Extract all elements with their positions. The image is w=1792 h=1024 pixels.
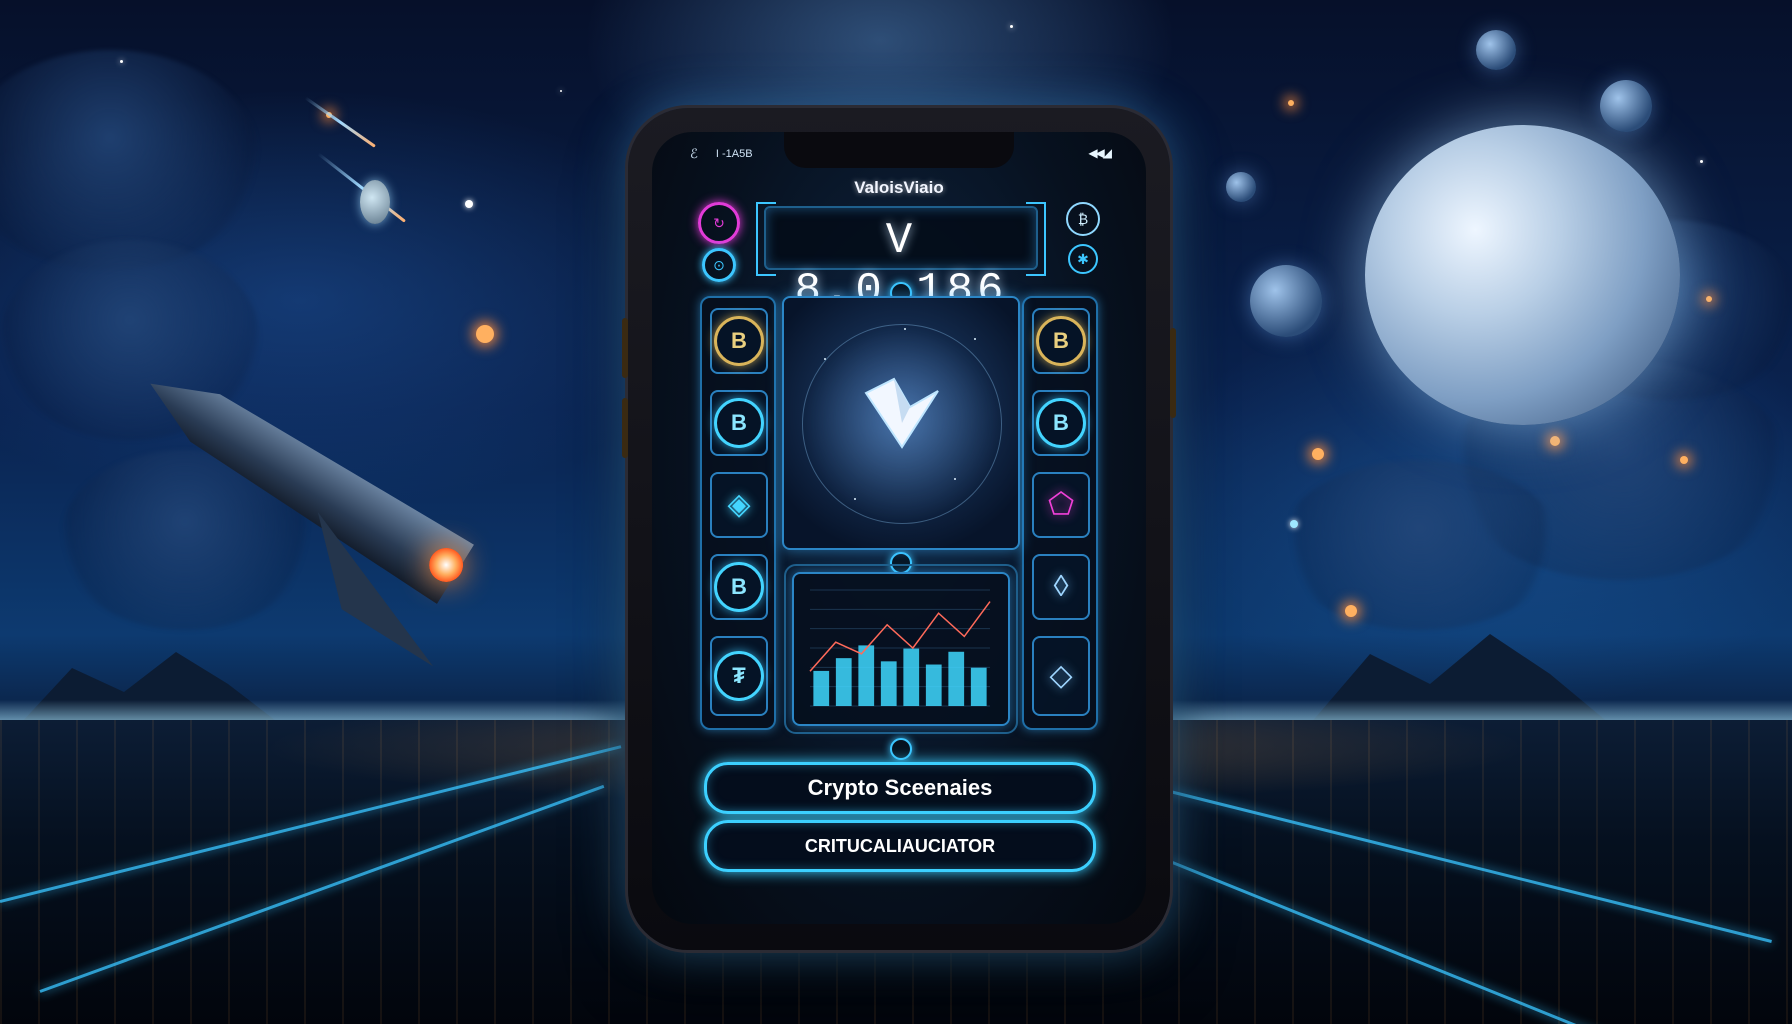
phone-side-button: [622, 318, 628, 378]
app-name: ValoisViaio: [854, 178, 944, 197]
chart-bar: [858, 645, 875, 706]
moon: [1250, 265, 1322, 337]
chart-svg: [809, 589, 991, 707]
ember: [1680, 456, 1688, 464]
chart-bar: [903, 648, 920, 706]
pentagon-crypto-icon: ⬠: [1047, 488, 1075, 521]
crypto-tile[interactable]: B: [710, 308, 768, 374]
value-display: V 8,0.186: [756, 202, 1046, 316]
refresh-icon[interactable]: ↻: [698, 202, 740, 244]
cloud: [1280, 460, 1560, 630]
bitcoin-coin-icon: B: [1036, 316, 1086, 366]
star: [824, 358, 826, 360]
moon: [1476, 30, 1516, 70]
star: [1700, 160, 1703, 163]
signal-battery-icon: ◀◀◢: [1088, 146, 1112, 160]
left-crypto-column: B B ◈ B ₮: [700, 296, 776, 730]
crypto-tile[interactable]: B: [710, 554, 768, 620]
settings-icon[interactable]: ⊙: [702, 248, 736, 282]
chart-bar: [813, 670, 830, 706]
moon: [1226, 172, 1256, 202]
tether-coin-icon: ₮: [714, 651, 764, 701]
app-logo-icon: [864, 377, 939, 449]
crystal-crypto-icon: ◇: [1049, 659, 1073, 692]
crypto-tile[interactable]: B: [1032, 308, 1090, 374]
logo-panel: [782, 296, 1020, 550]
moon: [1600, 80, 1652, 132]
star: [974, 338, 976, 340]
network-icon[interactable]: ✱: [1068, 244, 1098, 274]
floating-coin-icon: [360, 180, 390, 224]
chart-bar: [948, 651, 965, 706]
planet: [1365, 125, 1680, 425]
crypto-tile[interactable]: ◇: [1032, 636, 1090, 716]
phone-side-button: [1170, 328, 1176, 418]
ember: [1550, 436, 1560, 446]
chart-bar: [970, 667, 987, 706]
crypto-tile[interactable]: B: [710, 390, 768, 456]
chart-bar: [925, 664, 942, 706]
star: [854, 498, 856, 500]
chart-bar: [835, 658, 852, 706]
status-text: I -1A5B: [715, 148, 753, 160]
star: [1010, 25, 1013, 28]
crypto-tile[interactable]: ⬠: [1032, 472, 1090, 538]
ember: [1706, 296, 1712, 302]
bitcoin-coin-icon: B: [714, 562, 764, 612]
smartphone: ℰ I -1A5B ◀◀◢ ValoisViaio ↻ ⊙ ₿ ✱ V 8,0.…: [622, 108, 1176, 950]
crypto-tile[interactable]: ◊: [1032, 554, 1090, 620]
crypto-tile[interactable]: B: [1032, 390, 1090, 456]
panel-connector: [890, 738, 912, 760]
phone-side-button: [622, 398, 628, 458]
bitcoin-coin-icon: B: [714, 398, 764, 448]
ember: [1345, 605, 1357, 617]
crypto-scenarios-button[interactable]: Crypto Sceenaies: [704, 762, 1096, 814]
ember: [476, 325, 494, 343]
star: [120, 60, 123, 63]
crypto-tile[interactable]: ◈: [710, 472, 768, 538]
phone-notch: [784, 132, 1014, 168]
ember: [1312, 448, 1324, 460]
star: [465, 200, 473, 208]
ethereum-icon: ◊: [1053, 570, 1069, 603]
coin-icon[interactable]: ₿: [1066, 202, 1100, 236]
diamond-crypto-icon: ◈: [727, 488, 751, 521]
status-bar-left: ℰ I -1A5B: [690, 146, 753, 162]
price-chart: [784, 564, 1018, 734]
star: [1290, 520, 1298, 528]
star: [954, 478, 956, 480]
phone-screen: ℰ I -1A5B ◀◀◢ ValoisViaio ↻ ⊙ ₿ ✱ V 8,0.…: [652, 132, 1146, 924]
ember: [1288, 100, 1294, 106]
calculator-button[interactable]: CRITUCALIAUCIATOR: [704, 820, 1096, 872]
star: [560, 90, 562, 92]
cell-icon: ℰ: [690, 146, 698, 161]
bitcoin-coin-icon: B: [714, 316, 764, 366]
star: [904, 328, 906, 330]
crypto-tile[interactable]: ₮: [710, 636, 768, 716]
right-crypto-column: B B ⬠ ◊ ◇: [1022, 296, 1098, 730]
bitcoin-coin-icon: B: [1036, 398, 1086, 448]
chart-bar: [880, 661, 897, 706]
